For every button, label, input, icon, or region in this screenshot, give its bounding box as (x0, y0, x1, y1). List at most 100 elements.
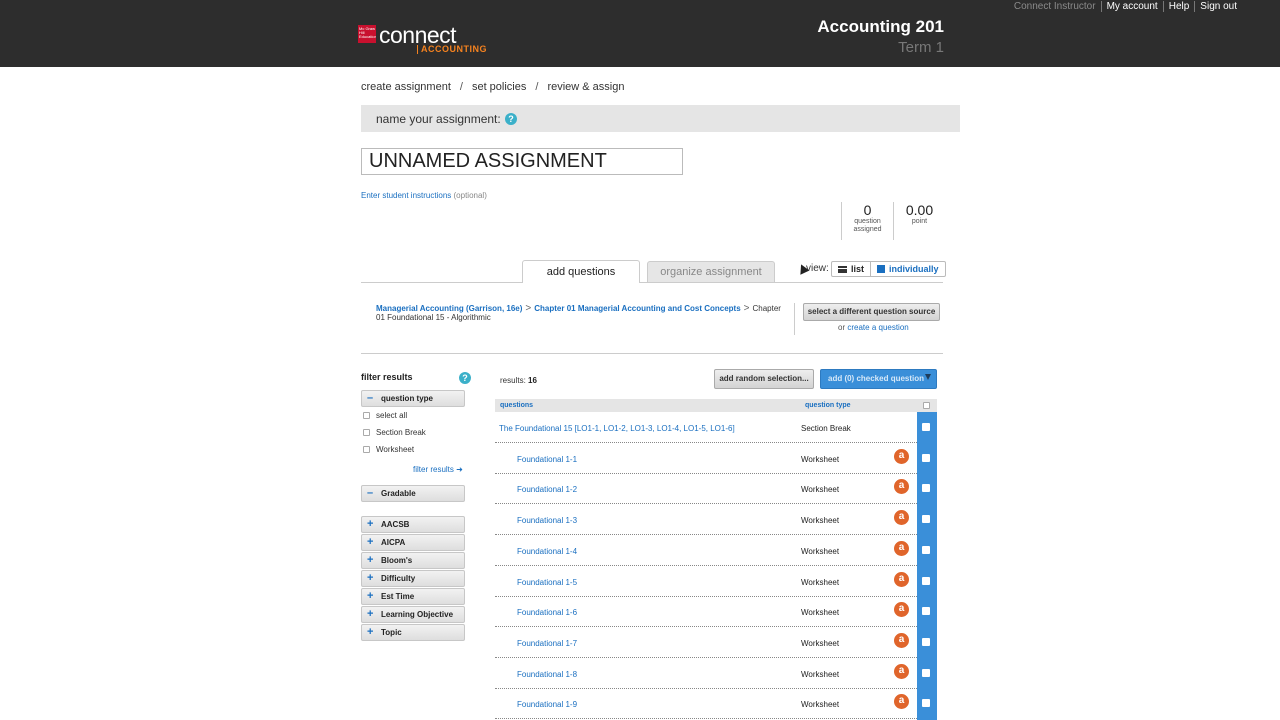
question-link[interactable]: Foundational 1-7 (517, 639, 577, 648)
filter-aicpa[interactable]: + AICPA (361, 534, 465, 551)
connect-logo[interactable]: Mc Graw Hill Education connect ACCOUNTIN… (358, 24, 487, 55)
minus-icon: – (367, 487, 374, 499)
tab-add-questions[interactable]: add questions (522, 260, 640, 283)
top-nav: Connect Instructor My account Help Sign … (1009, 0, 1242, 12)
table-row: Foundational 1-2 Worksheet a (495, 473, 917, 504)
filter-aacsb[interactable]: + AACSB (361, 516, 465, 533)
option-label: Worksheet (376, 445, 415, 454)
connect-instructor-link[interactable]: Connect Instructor (1009, 1, 1101, 12)
source-divider (794, 303, 795, 335)
question-type: Worksheet (801, 547, 840, 556)
filter-label: AACSB (381, 520, 410, 529)
row-checkbox[interactable] (922, 699, 930, 707)
checkbox[interactable] (363, 429, 370, 436)
filter-topic[interactable]: + Topic (361, 624, 465, 641)
enter-instructions-link[interactable]: Enter student instructions (361, 191, 451, 200)
filter-est-time[interactable]: + Est Time (361, 588, 465, 605)
select-all-checkbox[interactable] (923, 402, 930, 409)
filter-label: AICPA (381, 538, 406, 547)
course-title: Accounting 201 (817, 17, 944, 36)
question-type: Worksheet (801, 670, 840, 679)
points-value: 0.00 (905, 202, 934, 218)
question-link[interactable]: Foundational 1-9 (517, 700, 577, 709)
row-checkbox[interactable] (922, 484, 930, 492)
section-divider (361, 353, 943, 354)
filter-difficulty[interactable]: + Difficulty (361, 570, 465, 587)
filter-blooms[interactable]: + Bloom's (361, 552, 465, 569)
step-review-assign[interactable]: review & assign (547, 81, 624, 93)
arrow-right-icon: ➜ (456, 465, 463, 474)
question-type: Worksheet (801, 608, 840, 617)
add-checked-question-button[interactable]: add (0) checked question (820, 369, 937, 389)
view-toggle: list individually (831, 261, 946, 277)
filter-gradable[interactable]: – Gradable (361, 485, 465, 502)
help-icon[interactable]: ? (505, 113, 517, 125)
breadcrumb-book[interactable]: Managerial Accounting (Garrison, 16e) (376, 304, 522, 313)
row-checkbox[interactable] (922, 638, 930, 646)
view-individually-button[interactable]: individually (871, 262, 945, 276)
question-type: Worksheet (801, 639, 840, 648)
row-checkbox[interactable] (922, 607, 930, 615)
col-question-type[interactable]: question type (805, 402, 851, 409)
filter-option-worksheet[interactable]: Worksheet (363, 445, 414, 454)
question-link[interactable]: Foundational 1-8 (517, 670, 577, 679)
row-checkbox[interactable] (922, 515, 930, 523)
wizard-steps: create assignment / set policies / revie… (361, 81, 624, 93)
course-term: Term 1 (898, 39, 944, 56)
tab-organize-assignment[interactable]: organize assignment (647, 261, 775, 282)
row-checkbox[interactable] (922, 423, 930, 431)
plus-icon: + (367, 590, 374, 602)
app-header: Connect Instructor My account Help Sign … (0, 0, 1280, 67)
view-list-button[interactable]: list (832, 262, 872, 276)
question-link[interactable]: Foundational 1-2 (517, 485, 577, 494)
question-link[interactable]: Foundational 1-5 (517, 578, 577, 587)
filter-label: Topic (381, 628, 402, 637)
row-checkbox[interactable] (922, 454, 930, 462)
filter-results-link-label: filter results (413, 465, 454, 474)
step-set-policies[interactable]: set policies (472, 81, 526, 93)
question-type: Worksheet (801, 485, 840, 494)
step-create-assignment[interactable]: create assignment (361, 81, 451, 93)
filter-results-link[interactable]: filter results ➜ (413, 465, 463, 474)
results-label: results: (500, 376, 526, 385)
question-link[interactable]: The Foundational 15 [LO1-1, LO1-2, LO1-3… (499, 424, 735, 433)
select-question-source-button[interactable]: select a different question source (803, 303, 940, 321)
create-question-line: or create a question (838, 323, 909, 332)
student-instructions: Enter student instructions (optional) (361, 191, 487, 200)
add-random-selection-button[interactable]: add random selection... (714, 369, 814, 389)
question-link[interactable]: Foundational 1-4 (517, 547, 577, 556)
checkbox[interactable] (363, 446, 370, 453)
table-row: Foundational 1-3 Worksheet a (495, 504, 917, 535)
or-label: or (838, 323, 846, 332)
create-question-link[interactable]: create a question (847, 323, 908, 332)
name-assignment-bar: name your assignment: ? (361, 105, 960, 132)
table-row: Foundational 1-8 Worksheet a (495, 658, 917, 689)
question-link[interactable]: Foundational 1-6 (517, 608, 577, 617)
col-questions[interactable]: questions (500, 402, 533, 409)
filter-option-section-break[interactable]: Section Break (363, 428, 426, 437)
question-link[interactable]: Foundational 1-3 (517, 516, 577, 525)
breadcrumb-chapter[interactable]: Chapter 01 Managerial Accounting and Cos… (534, 304, 740, 313)
question-type: Worksheet (801, 516, 840, 525)
question-link[interactable]: Foundational 1-1 (517, 455, 577, 464)
row-checkbox[interactable] (922, 577, 930, 585)
my-account-link[interactable]: My account (1100, 0, 1163, 12)
row-checkbox[interactable] (922, 669, 930, 677)
help-icon[interactable]: ? (459, 372, 471, 384)
assignment-name-input[interactable] (361, 148, 683, 175)
filter-question-type[interactable]: – question type (361, 390, 465, 407)
help-link[interactable]: Help (1162, 0, 1195, 12)
assignment-stats: 0 question assigned 0.00 point (841, 202, 949, 240)
row-checkbox[interactable] (922, 546, 930, 554)
checkbox[interactable] (363, 412, 370, 419)
results-number: 16 (528, 376, 537, 385)
questions-label: question assigned (853, 218, 882, 233)
sign-out-link[interactable]: Sign out (1194, 0, 1242, 12)
option-label: Section Break (376, 428, 426, 437)
filter-learning-objective[interactable]: + Learning Objective (361, 606, 465, 623)
mcgraw-hill-logo-icon: Mc Graw Hill Education (358, 25, 376, 43)
points-label: point (911, 218, 928, 225)
algorithmic-icon: a (894, 449, 909, 464)
filter-option-select-all[interactable]: select all (363, 411, 407, 420)
questions-count: 0 (863, 202, 872, 218)
